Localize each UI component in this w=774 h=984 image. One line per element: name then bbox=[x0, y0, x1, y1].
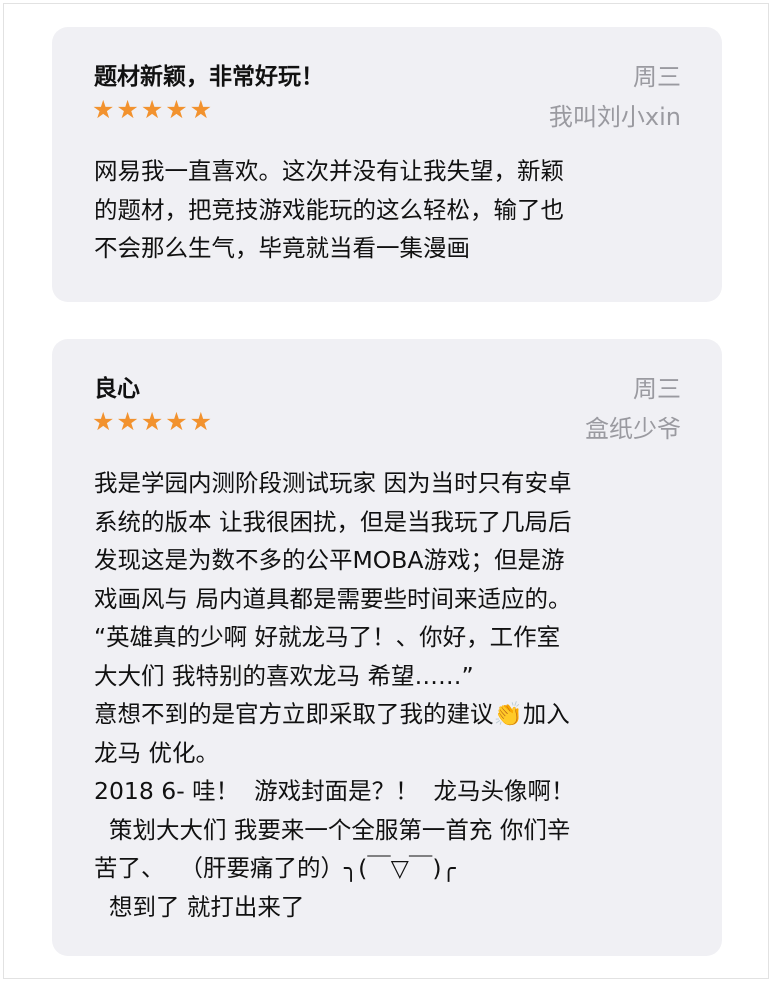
review-author: 盒纸少爷 bbox=[585, 415, 681, 443]
review-body: 网易我一直喜欢。这次并没有让我失望，新颖 的题材，把竞技游戏能玩的这么轻松，输了… bbox=[94, 157, 564, 262]
star-rating: ★★★★★ bbox=[92, 95, 215, 124]
review-date: 周三 bbox=[633, 63, 681, 91]
review-date: 周三 bbox=[633, 375, 681, 403]
review-author: 我叫刘小xin bbox=[548, 103, 681, 131]
review-title: 题材新颖，非常好玩！ bbox=[94, 64, 324, 90]
review-title: 良心 bbox=[94, 376, 140, 402]
review-card[interactable]: 良心 周三 ★★★★★ 盒纸少爷 我是学园内测阶段测试玩家 因为当时只有安卓 系… bbox=[52, 339, 722, 956]
star-rating: ★★★★★ bbox=[92, 407, 215, 436]
review-card[interactable]: 题材新颖，非常好玩！ 周三 ★★★★★ 我叫刘小xin 网易我一直喜欢。这次并没… bbox=[52, 27, 722, 302]
review-body: 我是学园内测阶段测试玩家 因为当时只有安卓 系统的版本 让我很困扰，但是当我玩了… bbox=[94, 469, 575, 921]
